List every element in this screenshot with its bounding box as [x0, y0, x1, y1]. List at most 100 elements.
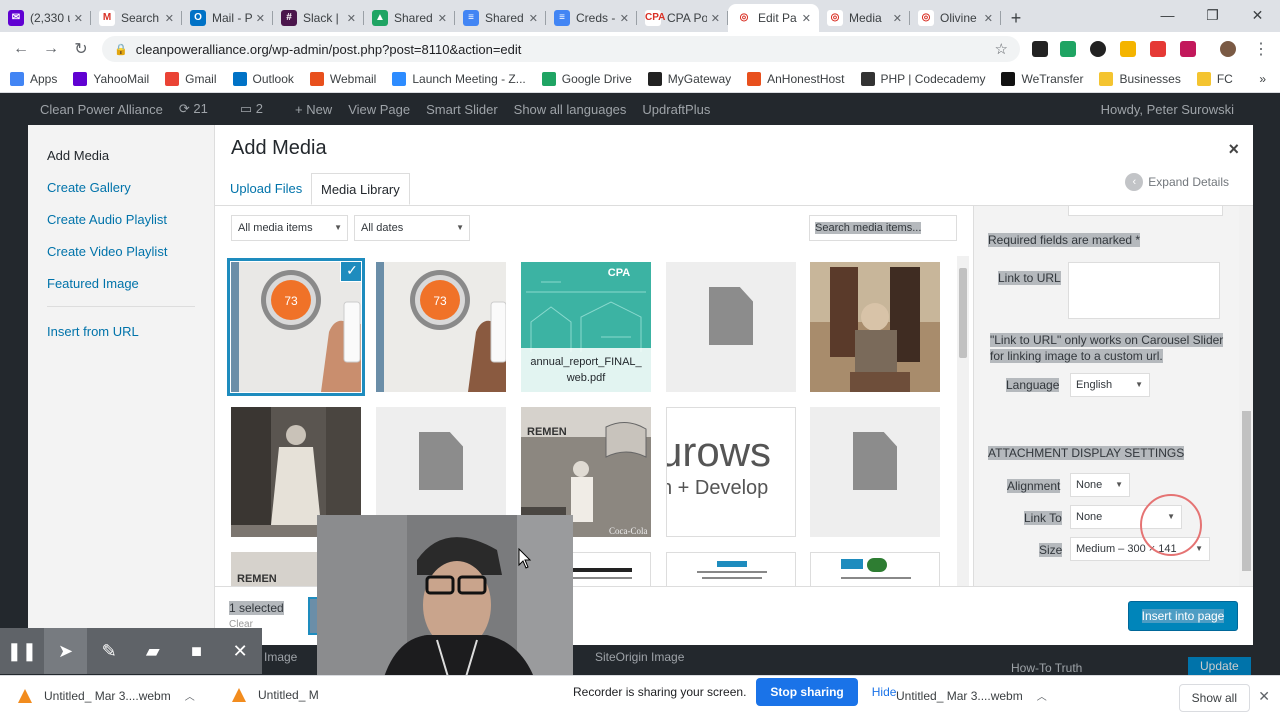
new-tab-icon[interactable]: + — [1001, 4, 1031, 32]
filter-date-select[interactable]: All dates ▼ — [354, 215, 470, 241]
download-item[interactable]: Untitled_ Mar 3....webm ︿ — [18, 688, 195, 703]
bookmark-item[interactable]: Outlook — [232, 72, 294, 86]
highlighter-icon[interactable]: ▰ — [131, 628, 175, 674]
extension-icon[interactable] — [1060, 41, 1076, 57]
pointer-icon[interactable]: ➤ — [43, 628, 88, 674]
minimize-icon[interactable]: — — [1145, 0, 1190, 30]
browser-tab[interactable]: ◎ Olivine ✕ — [910, 4, 1001, 32]
bookmark-item[interactable]: YahooMail — [73, 72, 149, 86]
menu-create-video-playlist[interactable]: Create Video Playlist — [28, 237, 214, 269]
wp-howdy[interactable]: Howdy, Peter Surowski — [1101, 102, 1234, 117]
description-textarea[interactable] — [1068, 206, 1223, 216]
download-item[interactable]: Untitled_ M — [232, 688, 319, 702]
attachment-thumbnail[interactable]: CPA annual_report_FINAL_ web.pdf — [521, 262, 651, 392]
attachment-thumbnail[interactable]: urows n + Develop — [666, 407, 796, 537]
back-icon[interactable]: ← — [6, 34, 36, 64]
pause-icon[interactable]: ❚❚ — [0, 628, 44, 674]
extension-icon[interactable] — [1180, 41, 1196, 57]
tab-close-icon[interactable]: ✕ — [347, 12, 356, 25]
tab-close-icon[interactable]: ✕ — [984, 12, 993, 25]
tab-close-icon[interactable]: ✕ — [438, 12, 447, 25]
update-button[interactable]: Update — [1188, 657, 1251, 675]
extension-icon[interactable] — [1120, 41, 1136, 57]
browser-tab[interactable]: ▲ Shared ✕ — [364, 4, 455, 32]
tab-close-icon[interactable]: ✕ — [893, 12, 902, 25]
bookmark-item[interactable]: Launch Meeting - Z... — [392, 72, 526, 86]
wp-updraft[interactable]: UpdraftPlus — [642, 102, 710, 117]
attachment-thumbnail[interactable] — [810, 552, 940, 586]
grid-scrollbar[interactable] — [957, 256, 969, 586]
chevron-up-icon[interactable]: ︿ — [185, 688, 195, 703]
close-recorder-icon[interactable]: ✕ — [218, 628, 262, 674]
bookmark-item[interactable]: WeTransfer — [1001, 72, 1083, 86]
tab-close-icon[interactable]: ✕ — [529, 12, 538, 25]
tab-close-icon[interactable]: ✕ — [165, 12, 174, 25]
link-to-url-textarea[interactable] — [1068, 262, 1220, 319]
tab-close-icon[interactable]: ✕ — [802, 12, 811, 25]
forward-icon[interactable]: → — [36, 34, 66, 64]
alignment-select[interactable]: None ▼ — [1070, 473, 1130, 497]
language-select[interactable]: English ▼ — [1070, 373, 1150, 397]
bookmark-item[interactable]: Webmail — [309, 72, 376, 86]
browser-tab[interactable]: ✉ (2,330 u ✕ — [0, 4, 91, 32]
profile-avatar[interactable] — [1220, 41, 1236, 57]
bookmark-item[interactable]: Apps — [10, 72, 57, 86]
close-window-icon[interactable]: ✕ — [1235, 0, 1280, 30]
stop-sharing-button[interactable]: Stop sharing — [756, 678, 858, 706]
close-shelf-icon[interactable]: ✕ — [1258, 688, 1270, 705]
browser-tab[interactable]: ◎ Media ✕ — [819, 4, 910, 32]
maximize-icon[interactable]: ❐ — [1190, 0, 1235, 30]
attachment-thumbnail[interactable]: 73 ✓ — [227, 258, 365, 396]
wp-comments[interactable]: ▭ 2 — [240, 101, 279, 117]
show-all-downloads-button[interactable]: Show all — [1178, 684, 1250, 712]
tab-close-icon[interactable]: ✕ — [74, 12, 83, 25]
more-bookmarks-icon[interactable]: » — [1259, 72, 1266, 86]
tab-close-icon[interactable]: ✕ — [256, 12, 265, 25]
wp-smart-slider[interactable]: Smart Slider — [426, 102, 498, 117]
filter-media-type-select[interactable]: All media items ▼ — [231, 215, 348, 241]
tab-close-icon[interactable]: ✕ — [620, 12, 629, 25]
tab-upload-files[interactable]: Upload Files — [221, 173, 311, 205]
chevron-up-icon[interactable]: ︿ — [1037, 688, 1047, 703]
menu-kebab-icon[interactable]: ⋮ — [1246, 34, 1276, 64]
browser-tab[interactable]: ≡ Shared ✕ — [455, 4, 546, 32]
sidebar-scrollbar[interactable] — [1239, 206, 1253, 586]
bookmark-star-icon[interactable]: ☆ — [995, 40, 1008, 58]
bookmark-item[interactable]: Google Drive — [541, 72, 632, 86]
menu-insert-from-url[interactable]: Insert from URL — [28, 317, 214, 349]
browser-tab[interactable]: # Slack | ✕ — [273, 4, 364, 32]
download-item[interactable]: Untitled_ Mar 3....webm ︿ — [870, 688, 1047, 703]
camera-icon[interactable]: ■ — [175, 628, 219, 674]
pen-icon[interactable]: ✎ — [87, 628, 131, 674]
wp-view-page[interactable]: View Page — [348, 102, 410, 117]
insert-into-page-button[interactable]: Insert into page — [1128, 601, 1238, 631]
extension-icon[interactable] — [1150, 41, 1166, 57]
menu-create-audio-playlist[interactable]: Create Audio Playlist — [28, 205, 214, 237]
hide-button[interactable]: Hide — [872, 685, 897, 699]
selected-check-icon[interactable]: ✓ — [340, 262, 361, 282]
menu-featured-image[interactable]: Featured Image — [28, 269, 214, 301]
wp-updates[interactable]: ⟳ 21 — [179, 101, 224, 117]
menu-add-media[interactable]: Add Media — [28, 141, 214, 173]
bookmark-item[interactable]: FC — [1196, 72, 1233, 86]
attachment-thumbnail[interactable] — [666, 262, 796, 392]
close-icon[interactable]: × — [1228, 139, 1239, 160]
tab-media-library[interactable]: Media Library — [311, 173, 410, 205]
attachment-thumbnail[interactable] — [666, 552, 796, 586]
tab-close-icon[interactable]: ✕ — [711, 12, 720, 25]
url-field[interactable]: 🔒 cleanpoweralliance.org/wp-admin/post.p… — [102, 36, 1020, 62]
attachment-thumbnail[interactable] — [810, 262, 940, 392]
bookmark-item[interactable]: MyGateway — [647, 72, 731, 86]
attachment-thumbnail[interactable]: 73 — [376, 262, 506, 392]
extension-icon[interactable] — [1032, 41, 1048, 57]
wp-new[interactable]: + New — [295, 102, 332, 117]
browser-tab[interactable]: ◎ Edit Pa ✕ — [728, 4, 819, 32]
browser-tab[interactable]: ≡ Creds - ✕ — [546, 4, 637, 32]
bookmark-item[interactable]: Gmail — [165, 72, 217, 86]
menu-create-gallery[interactable]: Create Gallery — [28, 173, 214, 205]
bookmark-item[interactable]: Businesses — [1099, 72, 1181, 86]
attachment-thumbnail[interactable] — [810, 407, 940, 537]
browser-tab[interactable]: CPA CPA Po ✕ — [637, 4, 728, 32]
browser-tab[interactable]: M Search ✕ — [91, 4, 182, 32]
wp-languages[interactable]: Show all languages — [514, 102, 627, 117]
